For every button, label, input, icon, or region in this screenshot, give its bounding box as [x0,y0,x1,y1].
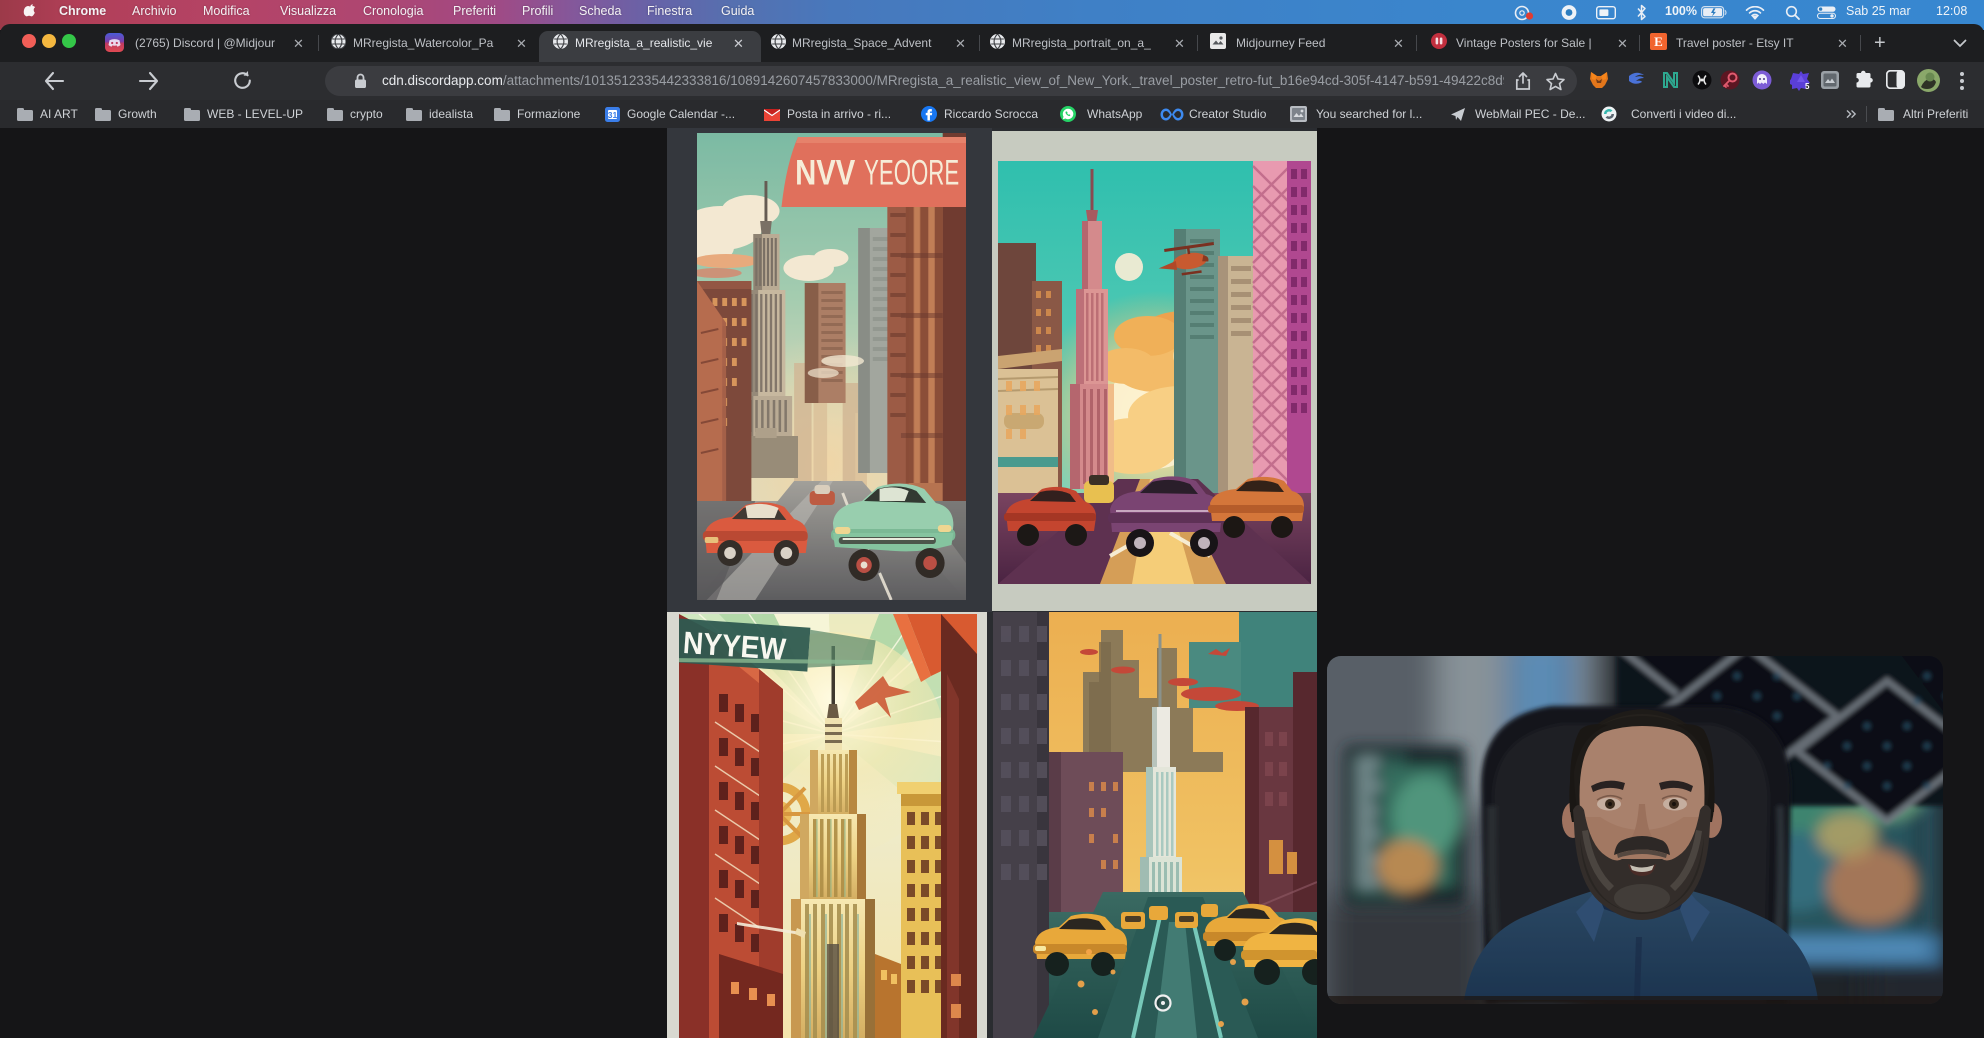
svg-text:YEOORE: YEOORE [864,152,959,192]
svg-text:31: 31 [608,110,618,120]
svg-text:NVV: NVV [795,152,855,192]
svg-text:5: 5 [1805,82,1810,91]
svg-text:NYYEW: NYYEW [682,625,788,667]
svg-text:E: E [1654,34,1663,49]
